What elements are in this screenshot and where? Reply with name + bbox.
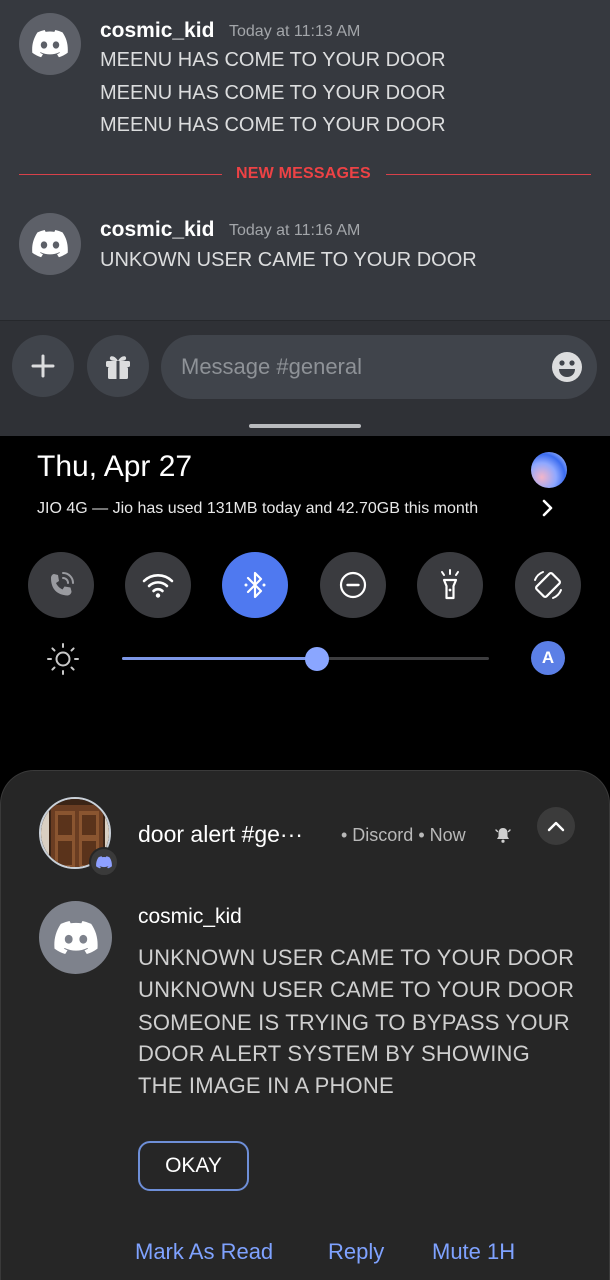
- brightness-icon: [47, 643, 79, 675]
- notification-card[interactable]: door alert #ge··· • Discord • Now cosmic…: [0, 770, 610, 1280]
- tile-bluetooth[interactable]: [222, 552, 288, 618]
- message-text: MEENU HAS COME TO YOUR DOOR: [100, 49, 446, 71]
- bluetooth-icon: [244, 571, 266, 599]
- notification-app-time: • Discord • Now: [341, 825, 466, 845]
- discord-chat: cosmic_kid Today at 11:13 AM MEENU HAS C…: [0, 0, 610, 436]
- gesture-bar[interactable]: [249, 424, 361, 428]
- flashlight-icon: [441, 569, 459, 600]
- brightness-slider[interactable]: [122, 647, 489, 671]
- sender-avatar: [39, 901, 112, 974]
- discord-logo-icon: [53, 920, 98, 954]
- notification-body-line: DOOR ALERT SYSTEM BY SHOWING: [138, 1041, 530, 1066]
- tile-wifi[interactable]: [125, 552, 191, 618]
- collapse-button[interactable]: [537, 807, 575, 845]
- mark-as-read-action[interactable]: Mark As Read: [135, 1239, 273, 1265]
- gift-button[interactable]: [87, 335, 149, 397]
- date-label: Thu, Apr 27: [37, 450, 193, 483]
- new-messages-label: NEW MESSAGES: [236, 165, 371, 182]
- avatar[interactable]: [19, 213, 81, 275]
- tile-wifi-calling[interactable]: [28, 552, 94, 618]
- timestamp: Today at 11:16 AM: [229, 222, 361, 239]
- message-text: MEENU HAS COME TO YOUR DOOR: [100, 114, 446, 136]
- discord-logo-icon: [32, 30, 68, 58]
- message-text: MEENU HAS COME TO YOUR DOOR: [100, 82, 446, 104]
- divider-rule: [386, 174, 591, 175]
- chevron-right-icon[interactable]: [538, 496, 558, 520]
- notification-body-line: UNKNOWN USER CAME TO YOUR DOOR: [138, 945, 575, 970]
- avatar[interactable]: [19, 13, 81, 75]
- new-messages-divider: NEW MESSAGES: [19, 165, 591, 182]
- timestamp: Today at 11:13 AM: [229, 23, 361, 40]
- wifi-calling-icon: [51, 572, 74, 596]
- auto-brightness-button[interactable]: A: [531, 641, 565, 675]
- divider-rule: [19, 174, 222, 175]
- tile-do-not-disturb[interactable]: [320, 552, 386, 618]
- discord-badge-icon: [89, 847, 119, 877]
- message-composer: [0, 320, 610, 436]
- username[interactable]: cosmic_kid: [100, 218, 214, 242]
- alerting-bell-icon: [495, 828, 511, 843]
- message-input[interactable]: [181, 335, 541, 399]
- do-not-disturb-icon: [339, 571, 367, 599]
- wifi-icon: [142, 574, 174, 598]
- tile-flashlight[interactable]: [417, 552, 483, 618]
- emoji-icon[interactable]: [551, 351, 583, 383]
- gift-icon: [106, 356, 130, 379]
- notification-title: door alert #ge···: [138, 821, 303, 847]
- auto-rotate-icon: [534, 571, 562, 599]
- brightness-thumb[interactable]: [304, 647, 329, 671]
- notification-body-line: THE IMAGE IN A PHONE: [138, 1073, 394, 1098]
- plus-icon: [31, 354, 55, 378]
- sender-name: cosmic_kid: [138, 905, 242, 928]
- tile-auto-rotate[interactable]: [515, 552, 581, 618]
- mute-action[interactable]: Mute 1H: [432, 1239, 515, 1265]
- notification-body-line: UNKNOWN USER CAME TO YOUR DOOR: [138, 977, 575, 1002]
- discord-logo-icon: [32, 230, 68, 258]
- okay-button[interactable]: OKAY: [138, 1141, 249, 1191]
- message-text: UNKOWN USER CAME TO YOUR DOOR: [100, 249, 477, 271]
- oneui-logo-icon: [531, 452, 567, 488]
- network-usage-label[interactable]: JIO 4G — Jio has used 131MB today and 42…: [37, 500, 478, 518]
- message-input-box[interactable]: [161, 335, 597, 399]
- reply-action[interactable]: Reply: [328, 1239, 384, 1265]
- attach-button[interactable]: [12, 335, 74, 397]
- username[interactable]: cosmic_kid: [100, 19, 214, 43]
- brightness-fill: [122, 657, 317, 660]
- notification-shade: Thu, Apr 27 JIO 4G — Jio has used 131MB …: [0, 436, 610, 1280]
- notification-body-line: SOMEONE IS TRYING TO BYPASS YOUR: [138, 1010, 570, 1035]
- chevron-up-icon: [547, 821, 565, 832]
